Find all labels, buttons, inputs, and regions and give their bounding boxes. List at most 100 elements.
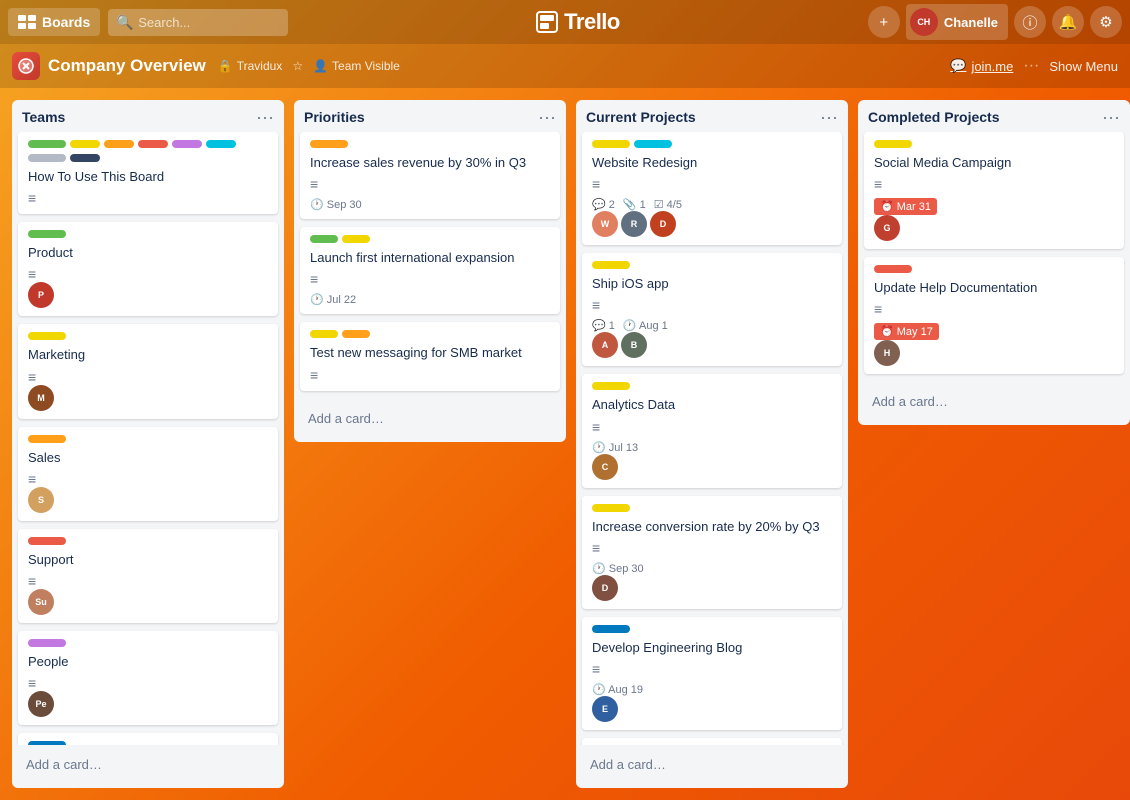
join-me-button[interactable]: 💬 join.me (950, 58, 1013, 74)
settings-button[interactable]: ⚙ (1090, 6, 1122, 38)
card-member-avatar: Pe (28, 691, 54, 717)
add-card-button-completed-projects[interactable]: Add a card… (864, 388, 1124, 415)
card-label (310, 140, 348, 148)
card-avatars-support: Su (28, 589, 268, 615)
star-icon[interactable]: ☆ (292, 59, 303, 73)
user-avatar: CH (910, 8, 938, 36)
show-menu-label: Show Menu (1049, 59, 1118, 74)
card-label (104, 140, 134, 148)
due-date-badge: ⏰ May 17 (874, 323, 939, 340)
card-labels-social-media (874, 140, 1114, 148)
card-label (28, 140, 66, 148)
card-sales-revenue[interactable]: Increase sales revenue by 30% in Q3≡🕐 Se… (300, 132, 560, 219)
card-title-conversion-rate: Increase conversion rate by 20% by Q3 (592, 518, 832, 536)
card-analytics-data[interactable]: Analytics Data≡🕐 Jul 13C (582, 374, 842, 487)
card-label (874, 265, 912, 273)
card-avatars-people: Pe (28, 691, 268, 717)
card-title-website-redesign: Website Redesign (592, 154, 832, 172)
card-label (70, 154, 100, 162)
card-lines-icon: ≡ (592, 419, 832, 435)
card-label (28, 741, 66, 745)
boards-button[interactable]: Boards (8, 8, 100, 36)
card-title-help-docs: Update Help Documentation (874, 279, 1114, 297)
list-menu-button-completed-projects[interactable]: ··· (1102, 108, 1120, 126)
card-lines-icon: ≡ (28, 190, 268, 206)
card-title-sales: Sales (28, 449, 268, 467)
card-lines-icon: ≡ (28, 471, 268, 487)
list-menu-button-teams[interactable]: ··· (256, 108, 274, 126)
card-international[interactable]: Launch first international expansion≡🕐 J… (300, 227, 560, 314)
card-avatars-help-docs: H (874, 340, 1114, 366)
card-product[interactable]: Product≡P (18, 222, 278, 316)
search-wrapper: 🔍 (108, 9, 288, 36)
card-how-to-use[interactable]: How To Use This Board ≡ (18, 132, 278, 214)
card-lines-icon: ≡ (592, 297, 832, 313)
add-button[interactable]: + (868, 6, 900, 38)
card-meta-item: 💬 1 (592, 319, 615, 332)
card-lines-icon: ≡ (28, 573, 268, 589)
card-engineering-blog[interactable]: Develop Engineering Blog≡🕐 Aug 19E (582, 617, 842, 730)
board-title-area: Company Overview (12, 52, 206, 80)
add-card-button-teams[interactable]: Add a card… (18, 751, 278, 778)
card-label (172, 140, 202, 148)
card-meta-social-media: ⏰ Mar 31 (874, 198, 1114, 215)
card-website-redesign[interactable]: Website Redesign≡💬 2📎 1☑ 4/5WRD (582, 132, 842, 245)
search-input[interactable] (108, 9, 288, 36)
logo-text: Trello (564, 9, 620, 35)
card-support[interactable]: Support≡Su (18, 529, 278, 623)
card-smb-market[interactable]: Test new messaging for SMB market≡ (300, 322, 560, 390)
show-menu-button[interactable]: Show Menu (1049, 59, 1118, 74)
card-title-marketing: Marketing (28, 346, 268, 364)
card-avatars-website-redesign: WRD (592, 211, 832, 237)
user-menu-button[interactable]: CH Chanelle (906, 4, 1008, 40)
card-help-docs[interactable]: Update Help Documentation ≡ ⏰ May 17H (864, 257, 1124, 374)
card-ship-ios[interactable]: Ship iOS app≡💬 1🕐 Aug 1AB (582, 253, 842, 366)
card-brand-guidelines[interactable]: Brand Guidelines≡🕐 Jul 18F (582, 738, 842, 745)
card-labels2-how-to-use (28, 154, 268, 162)
notifications-button[interactable]: 🔔 (1052, 6, 1084, 38)
card-label (28, 435, 66, 443)
card-sales[interactable]: Sales≡S (18, 427, 278, 521)
card-title-smb-market: Test new messaging for SMB market (310, 344, 550, 362)
card-avatars-marketing: M (28, 385, 268, 411)
card-conversion-rate[interactable]: Increase conversion rate by 20% by Q3≡🕐 … (582, 496, 842, 609)
nav-right: + CH Chanelle ⓘ 🔔 ⚙ (868, 4, 1122, 40)
board-logo (12, 52, 40, 80)
list-footer-teams: Add a card… (12, 745, 284, 788)
add-card-button-priorities[interactable]: Add a card… (300, 405, 560, 432)
card-avatars-ship-ios: AB (592, 332, 832, 358)
card-lines-icon: ≡ (28, 369, 268, 385)
card-member-avatar: B (621, 332, 647, 358)
list-menu-button-priorities[interactable]: ··· (538, 108, 556, 126)
card-title-how-to-use: How To Use This Board (28, 168, 268, 186)
card-title-product: Product (28, 244, 268, 262)
card-labels-engineering-blog (592, 625, 832, 633)
card-it[interactable]: IT≡IT (18, 733, 278, 745)
list-title-current-projects: Current Projects (586, 109, 696, 125)
card-lines-icon: ≡ (874, 301, 1114, 317)
add-card-button-current-projects[interactable]: Add a card… (582, 751, 842, 778)
info-button[interactable]: ⓘ (1014, 6, 1046, 38)
card-lines-icon: ≡ (310, 176, 550, 192)
card-label (28, 154, 66, 162)
card-labels-website-redesign (592, 140, 832, 148)
card-marketing[interactable]: Marketing ≡M (18, 324, 278, 418)
list-teams: Teams···How To Use This Board≡Product≡PM… (12, 100, 284, 788)
card-label (634, 140, 672, 148)
card-label (342, 330, 370, 338)
list-menu-button-current-projects[interactable]: ··· (820, 108, 838, 126)
list-current-projects: Current Projects ··· Website Redesign≡💬 2📎… (576, 100, 848, 788)
card-meta-item: 🕐 Aug 19 (592, 683, 643, 696)
card-social-media[interactable]: Social Media Campaign≡⏰ Mar 31G (864, 132, 1124, 249)
trello-logo: Trello (536, 9, 620, 35)
card-avatars-product: P (28, 282, 268, 308)
boards-label: Boards (42, 14, 90, 30)
workspace-label: Travidux (237, 59, 283, 73)
card-avatars-social-media: G (874, 215, 1114, 241)
card-labels-help-docs (874, 265, 1114, 273)
card-member-avatar: G (874, 215, 900, 241)
card-title-analytics-data: Analytics Data (592, 396, 832, 414)
card-people[interactable]: People≡Pe (18, 631, 278, 725)
card-lines-icon: ≡ (592, 540, 832, 556)
list-footer-current-projects: Add a card… (576, 745, 848, 788)
